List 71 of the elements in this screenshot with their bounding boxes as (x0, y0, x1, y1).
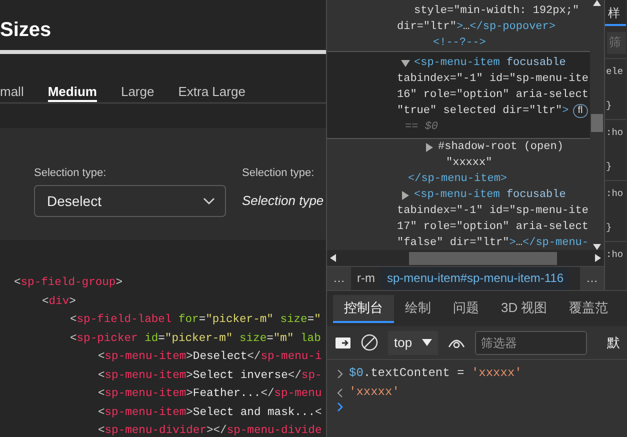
sidebar-toggle-icon[interactable] (335, 336, 351, 350)
dom-line: tabindex="-1" id="sp-menu-ite (397, 204, 588, 219)
dom-line: 17" role="option" aria-select (397, 220, 588, 235)
styles-filter-field[interactable]: 筛 (607, 32, 626, 54)
css-rule-line: :ho (606, 187, 624, 201)
more-button[interactable]: … (327, 267, 351, 290)
filter-field[interactable]: 筛选器 (475, 330, 588, 354)
dom-line: </sp-menu-item> (408, 173, 508, 185)
dom-line: <sp-menu-item focusable (414, 56, 566, 71)
css-rule-line: :ho (606, 126, 624, 140)
input-chevron-icon (337, 368, 343, 378)
size-tab[interactable]: mall (0, 84, 24, 102)
breadcrumb-item[interactable]: r-m (351, 267, 381, 290)
expand-arrow-icon[interactable] (401, 190, 410, 200)
css-rule-line: } (606, 221, 612, 235)
scrollbar-thumb[interactable] (591, 114, 603, 132)
field-label: Selection type: (242, 166, 316, 180)
expand-arrow-icon[interactable] (425, 142, 434, 152)
devtools-tab[interactable]: 覆盖范 (558, 295, 620, 323)
dom-line: "false" dir="ltr">…</sp-menu- (397, 236, 588, 250)
css-rule-line: ele (606, 65, 624, 79)
code-line: <sp-field-group> (13, 276, 122, 291)
clear-icon[interactable] (361, 334, 378, 351)
dom-line: tabindex="-1" id="sp-menu-ite (397, 72, 588, 87)
field-label: Selection type: (34, 166, 108, 180)
picker-dropdown[interactable]: Deselect (34, 185, 226, 217)
quiet-picker[interactable]: Selection type (242, 185, 324, 217)
size-tab[interactable]: Extra Large (178, 84, 246, 102)
size-tab[interactable]: Large (120, 84, 154, 102)
css-rule-line: } (606, 160, 612, 174)
more-button[interactable]: … (580, 267, 604, 290)
scrollbar-thumb[interactable] (409, 252, 557, 264)
console-command-text: $0.textContent = 'xxxxx' (349, 365, 522, 382)
breadcrumb-item[interactable]: sp-menu-item#sp-menu-item-116 (381, 267, 570, 290)
dom-line: <!--?--> (433, 36, 486, 51)
page-title: Sizes (0, 18, 52, 42)
console-result: 'xxxxx' (349, 384, 400, 401)
caret-icon (422, 339, 432, 346)
code-line: <sp-menu-divider></sp-menu-divide (97, 424, 322, 437)
code-line: <sp-menu-item>Select and mask...< (97, 406, 322, 420)
dom-line: <sp-menu-item focusable (414, 188, 566, 203)
code-line: <sp-menu-item>Feather...</sp-menu (97, 386, 322, 402)
code-line: <sp-menu-item>Select inverse</sp- (97, 368, 322, 384)
dom-line: style="min-width: 192px;" (414, 4, 580, 19)
devtools-tab[interactable]: 绘制 (394, 295, 442, 323)
collapse-arrow-icon[interactable] (401, 58, 410, 68)
scroll-up-icon[interactable] (593, 0, 601, 6)
dom-line: "xxxxx" (446, 156, 492, 171)
code-line: <sp-picker id="picker-m" size="m" lab (69, 332, 321, 346)
devtools-tab[interactable]: 3D 视图 (490, 295, 558, 323)
devtools-tab[interactable]: 控制台 (333, 295, 394, 323)
code-line: <sp-field-label for="picker-m" size=" (69, 312, 321, 328)
eye-icon[interactable] (448, 337, 466, 348)
size-tab[interactable]: Medium (48, 84, 97, 102)
dom-line: dir="ltr">…</sp-popover> (397, 20, 556, 35)
dom-line: #shadow-root (open) (438, 140, 564, 155)
context-dropdown[interactable]: top (388, 330, 438, 354)
selected-node-marker: == $0 (404, 120, 438, 135)
css-rule-line: :ho (606, 248, 624, 262)
prompt-icon[interactable] (337, 402, 343, 412)
chevron-down-icon (203, 197, 215, 205)
flex-badge[interactable]: fl (572, 104, 588, 118)
log-levels-dropdown[interactable]: 默 (607, 332, 620, 352)
styles-tab[interactable]: 样 (605, 0, 626, 26)
dom-line: "true" selected dir="ltr"> (397, 104, 569, 119)
output-chevron-icon (337, 388, 343, 398)
dom-line: 16" role="option" aria-select (397, 88, 588, 103)
devtools-tab[interactable]: 问题 (442, 295, 490, 323)
code-line: <sp-menu-item>Deselect</sp-menu-i (97, 350, 322, 365)
css-rule-line: } (606, 99, 612, 113)
code-line: <div> (41, 294, 76, 310)
